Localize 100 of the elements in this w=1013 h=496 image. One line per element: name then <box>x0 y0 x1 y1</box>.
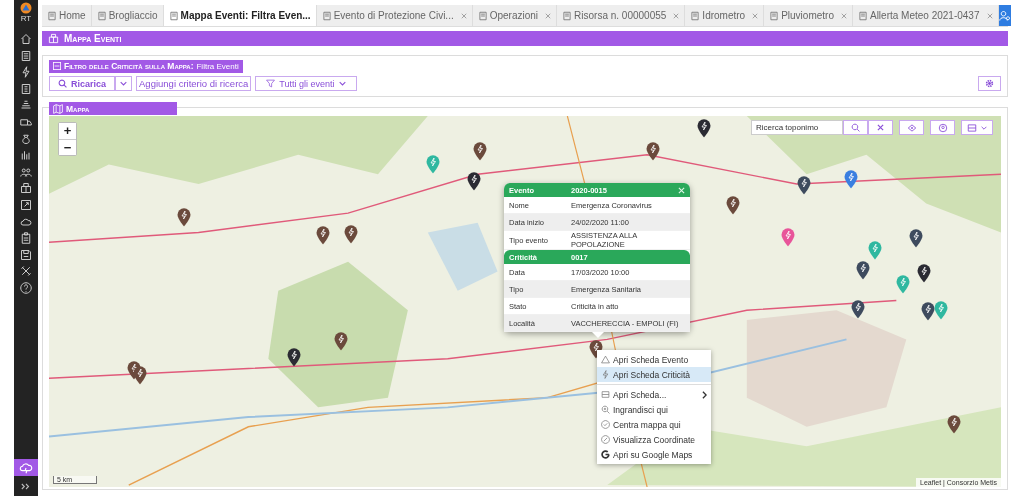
user-location-button[interactable] <box>930 120 955 135</box>
bolt-icon <box>601 370 610 379</box>
help-icon[interactable] <box>20 281 32 294</box>
dropdown-button[interactable] <box>115 76 133 91</box>
search-icon <box>58 79 67 88</box>
map-pin-icon[interactable] <box>947 415 961 434</box>
map-pin-icon[interactable] <box>851 300 865 319</box>
tab-icon <box>690 10 701 21</box>
close-icon <box>877 124 884 131</box>
search-icon <box>851 123 860 132</box>
tab[interactable]: Allerta Meteo 2021-0437 <box>852 5 999 26</box>
expand-icon[interactable] <box>21 483 31 490</box>
weather-alert-button[interactable] <box>14 459 38 476</box>
locate-button[interactable] <box>899 120 924 135</box>
tab-label: Risorsa n. 00000055 <box>574 10 667 21</box>
document-icon[interactable] <box>20 82 32 95</box>
map-pin-icon[interactable] <box>287 348 301 367</box>
map-pin-icon[interactable] <box>316 226 330 245</box>
zoom-button[interactable]: − <box>59 139 76 155</box>
place-search-field[interactable]: Ricerca toponimo <box>751 120 843 135</box>
clipboard-icon[interactable] <box>20 232 32 245</box>
map-pin-icon[interactable] <box>646 142 660 161</box>
tab-label: Pluviometro <box>781 10 834 21</box>
tab-icon <box>769 10 780 21</box>
search-button[interactable] <box>843 120 868 135</box>
tab-icon <box>168 10 179 21</box>
tab-icon <box>96 10 107 21</box>
legend-title: Filtro delle Criticità sulla Mappa: <box>64 61 194 71</box>
building-icon[interactable] <box>20 49 32 62</box>
home-icon[interactable] <box>20 33 32 45</box>
tab[interactable]: Mappa Eventi: Filtra Even... <box>163 5 317 26</box>
clear-button[interactable] <box>868 120 893 135</box>
blocks-icon[interactable] <box>20 182 32 195</box>
context-menu-item[interactable]: Visualizza Coordinate <box>597 432 711 447</box>
map-pin-icon[interactable] <box>177 208 191 227</box>
tab[interactable]: Idrometro <box>685 5 765 26</box>
settings-icon <box>985 79 994 88</box>
tab[interactable]: Brogliaccio <box>91 5 164 26</box>
tab[interactable]: Evento di Protezione Civi... <box>316 5 473 26</box>
user-circle-icon <box>937 122 948 133</box>
map-pin-icon[interactable] <box>909 229 923 248</box>
floppy-icon[interactable] <box>20 248 32 261</box>
tab-label: Evento di Protezione Civi... <box>333 10 454 21</box>
google-icon <box>601 450 610 459</box>
tab[interactable]: Operazioni <box>472 5 558 26</box>
expand-arrow-icon[interactable] <box>20 198 32 211</box>
tab[interactable]: Risorsa n. 00000055 <box>557 5 686 26</box>
layers-button[interactable] <box>961 120 993 135</box>
map-pin-icon[interactable] <box>921 302 935 321</box>
popup-pointer <box>592 332 604 338</box>
logo-icon <box>20 2 32 14</box>
map-pin-icon[interactable] <box>133 366 147 385</box>
context-menu-item[interactable]: Ingrandisci qui <box>597 402 711 417</box>
stack-icon[interactable] <box>20 99 32 112</box>
map-pin-icon[interactable] <box>473 142 487 161</box>
database-icon <box>967 122 977 133</box>
map-pin-icon[interactable] <box>856 261 870 280</box>
map-icon <box>53 103 63 114</box>
context-menu-item[interactable]: Centra mappa qui <box>597 417 711 432</box>
map-pin-icon[interactable] <box>797 176 811 195</box>
tab-label: Allerta Meteo 2021-0437 <box>869 10 980 21</box>
database-icon <box>601 390 610 399</box>
tab-label: Home <box>59 10 86 21</box>
bar-chart-icon[interactable] <box>20 149 32 162</box>
people-icon[interactable] <box>20 165 32 178</box>
filter-icon <box>266 79 276 88</box>
map-pin-icon[interactable] <box>726 196 740 215</box>
settings-button[interactable] <box>978 76 1001 91</box>
map-pin-icon[interactable] <box>697 119 711 138</box>
collapse-icon[interactable] <box>53 62 61 70</box>
map-pin-icon[interactable] <box>334 332 348 351</box>
blocks-icon <box>48 33 59 44</box>
tab-label: Brogliaccio <box>108 10 158 21</box>
map-pin-icon[interactable] <box>467 172 481 191</box>
context-menu-item[interactable]: Apri Scheda... <box>597 387 711 402</box>
reload-button[interactable]: Ricarica <box>49 76 116 91</box>
tab[interactable]: Pluviometro <box>764 5 853 26</box>
context-menu-item[interactable]: Apri Scheda Criticità <box>597 367 711 382</box>
tab-icon <box>857 10 868 21</box>
logo-text: RT <box>20 14 32 23</box>
tab-icon <box>562 10 573 21</box>
bag-icon[interactable] <box>20 132 32 145</box>
tab[interactable]: Home <box>42 5 92 26</box>
caret-icon <box>338 81 346 86</box>
page-title: Mappa Eventi <box>64 33 122 44</box>
triangle-icon <box>601 355 610 364</box>
tab-icon <box>47 10 57 21</box>
events-dropdown[interactable]: Tutti gli eventi <box>255 76 357 91</box>
legend-title: Mappa <box>66 103 90 114</box>
context-menu-item[interactable]: Apri Scheda Evento <box>597 352 711 367</box>
map-pin-icon[interactable] <box>344 225 358 244</box>
tab-label: Mappa Eventi: Filtra Even... <box>180 10 311 21</box>
caret-icon <box>120 81 128 86</box>
add-criterion-button[interactable]: Aggiungi criterio di ricerca <box>136 76 252 91</box>
tab-label: Idrometro <box>702 10 746 21</box>
context-menu-item[interactable]: Apri su Google Maps <box>597 447 711 462</box>
bolt-icon[interactable] <box>20 66 32 79</box>
map-pin-icon[interactable] <box>917 264 931 283</box>
legend-subtitle: Filtra Eventi <box>196 61 239 71</box>
tab-icon <box>321 10 332 21</box>
